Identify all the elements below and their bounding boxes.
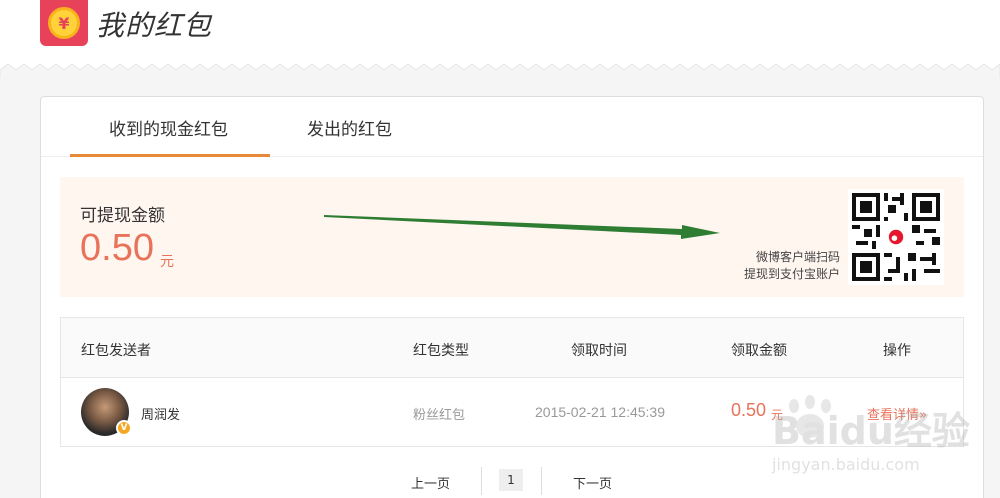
page-title: 我的红包	[96, 9, 213, 42]
balance-unit: 元	[160, 254, 174, 270]
received-time: 2015-02-21 12:45:39	[535, 404, 665, 420]
qr-line-1: 微博客户端扫码	[755, 250, 840, 264]
verified-badge-icon: V	[116, 420, 132, 436]
pager-divider	[541, 467, 542, 495]
table-header: 红包发送者 红包类型 领取时间 领取金额 操作	[61, 318, 963, 378]
balance-label: 可提现金额	[80, 206, 165, 226]
pager-divider	[481, 467, 482, 495]
zigzag-divider	[0, 64, 1000, 78]
qr-instructions: 微博客户端扫码 提现到支付宝账户	[744, 249, 840, 283]
col-amount: 领取金额	[731, 343, 787, 359]
sender-name[interactable]: 周润发	[141, 404, 180, 423]
balance-amount: 0.50	[80, 227, 154, 269]
received-amount: 0.50	[731, 400, 767, 420]
watermark-line-1: Baidu经验	[772, 409, 970, 453]
red-packet-logo: ¥	[40, 0, 88, 46]
pagination: 上一页 1 下一页	[381, 467, 641, 497]
col-action: 操作	[883, 343, 911, 359]
baidu-watermark-logo: Baidu经验 jingyan.baidu.com	[771, 395, 970, 474]
prev-page-button[interactable]: 上一页	[411, 473, 450, 492]
tab-received-cash[interactable]: 收到的现金红包	[109, 115, 228, 140]
col-sender: 红包发送者	[81, 343, 151, 359]
next-page-button[interactable]: 下一页	[573, 473, 612, 492]
qr-code-icon	[848, 189, 944, 285]
active-tab-indicator	[70, 154, 270, 157]
tab-sent[interactable]: 发出的红包	[307, 115, 392, 140]
top-bar: ¥ 我的红包	[0, 0, 1000, 70]
qr-line-2: 提现到支付宝账户	[743, 267, 840, 281]
withdrawable-balance-panel: 可提现金额 0.50 元 微博客户端扫码 提现到支付宝账户	[60, 177, 964, 297]
yuan-coin-icon: ¥	[48, 7, 80, 39]
annotation-arrow-icon	[324, 215, 720, 239]
packet-type: 粉丝红包	[413, 408, 466, 423]
tab-bar: 收到的现金红包 发出的红包	[41, 97, 983, 157]
watermark-line-2: jingyan.baidu.com	[771, 455, 920, 474]
page-number-button[interactable]: 1	[499, 469, 523, 491]
col-type: 红包类型	[413, 343, 469, 359]
col-time: 领取时间	[571, 343, 627, 359]
